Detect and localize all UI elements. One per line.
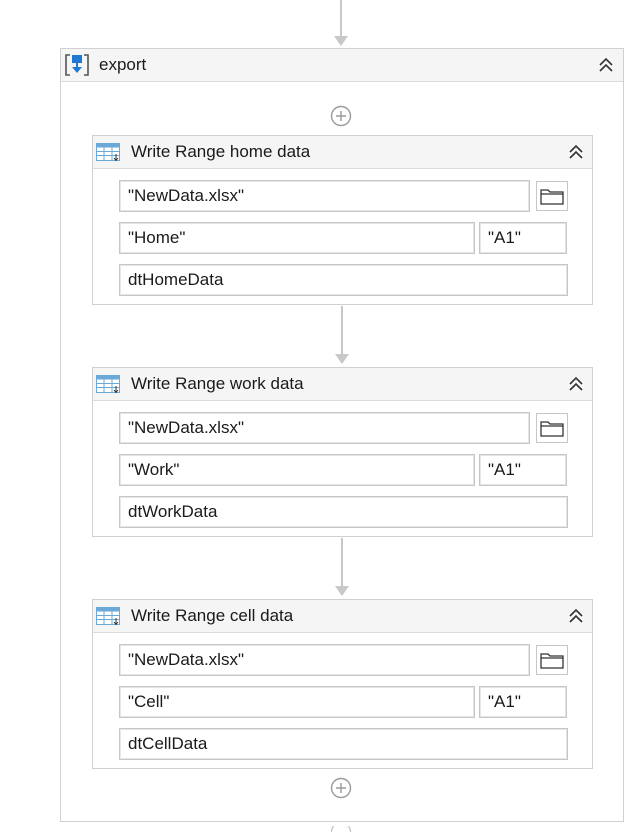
- data-table-field[interactable]: dtHomeData: [119, 264, 568, 296]
- write-range-icon: [96, 607, 120, 626]
- double-chevron-up-icon[interactable]: [566, 142, 586, 162]
- starting-cell-field[interactable]: "A1": [479, 454, 567, 486]
- data-table-field[interactable]: dtCellData: [119, 728, 568, 760]
- browse-folder-button[interactable]: [536, 645, 568, 675]
- sequence-icon: [65, 54, 89, 76]
- connector: [341, 306, 343, 354]
- folder-icon: [540, 189, 564, 205]
- write-range-icon: [96, 143, 120, 162]
- activity-header[interactable]: Write Range work data: [93, 368, 592, 401]
- activity-write-range-home[interactable]: Write Range home data "NewData.xlsx" "Ho…: [92, 135, 593, 305]
- sheet-name-field[interactable]: "Work": [119, 454, 475, 486]
- double-chevron-up-icon[interactable]: [596, 55, 616, 75]
- workbook-path-field[interactable]: "NewData.xlsx": [119, 412, 530, 444]
- workbook-path-field[interactable]: "NewData.xlsx": [119, 180, 530, 212]
- activity-title: Write Range home data: [131, 142, 311, 161]
- connector-arrow: [335, 354, 349, 364]
- plus-circle-icon[interactable]: [330, 777, 352, 799]
- next-node-circle-icon: [330, 826, 352, 832]
- folder-icon: [540, 421, 564, 437]
- sheet-name-field[interactable]: "Home": [119, 222, 475, 254]
- sheet-name-field[interactable]: "Cell": [119, 686, 475, 718]
- starting-cell-field[interactable]: "A1": [479, 686, 567, 718]
- sequence-header[interactable]: export: [61, 49, 623, 82]
- double-chevron-up-icon[interactable]: [566, 374, 586, 394]
- starting-cell-field[interactable]: "A1": [479, 222, 567, 254]
- browse-folder-button[interactable]: [536, 181, 568, 211]
- plus-circle-icon[interactable]: [330, 105, 352, 127]
- connector: [341, 538, 343, 586]
- connector-top-arrow: [334, 36, 348, 46]
- folder-icon: [540, 653, 564, 669]
- activity-write-range-cell[interactable]: Write Range cell data "NewData.xlsx" "Ce…: [92, 599, 593, 769]
- write-range-icon: [96, 375, 120, 394]
- data-table-field[interactable]: dtWorkData: [119, 496, 568, 528]
- activity-title: Write Range cell data: [131, 606, 294, 625]
- activity-header[interactable]: Write Range cell data: [93, 600, 592, 633]
- double-chevron-up-icon[interactable]: [566, 606, 586, 626]
- workbook-path-field[interactable]: "NewData.xlsx": [119, 644, 530, 676]
- connector-arrow: [335, 586, 349, 596]
- activity-header[interactable]: Write Range home data: [93, 136, 592, 169]
- activity-write-range-work[interactable]: Write Range work data "NewData.xlsx" "Wo…: [92, 367, 593, 537]
- browse-folder-button[interactable]: [536, 413, 568, 443]
- connector-top: [340, 0, 342, 36]
- sequence-title: export: [99, 55, 147, 74]
- activity-title: Write Range work data: [131, 374, 304, 393]
